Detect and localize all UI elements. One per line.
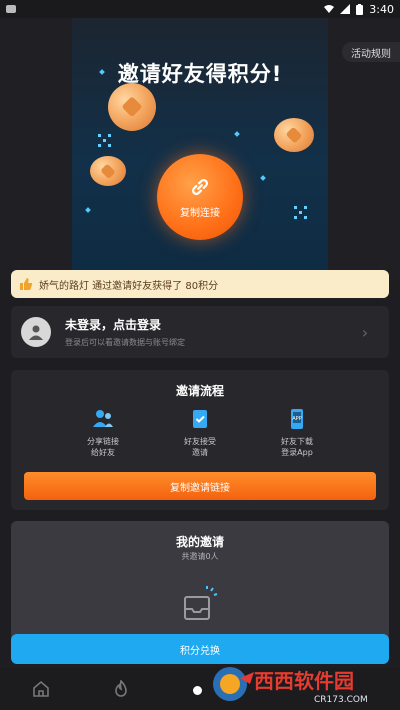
rules-button[interactable]: 活动规则: [342, 42, 400, 62]
user-avatar-icon: [29, 325, 43, 340]
coin-icon: [274, 118, 314, 152]
wifi-icon: [324, 5, 335, 13]
link-icon: [192, 178, 208, 195]
avatar: [21, 317, 51, 347]
status-time: 3:40: [369, 2, 394, 16]
hot-tab-icon[interactable]: [112, 680, 130, 698]
hero-banner: 邀请好友得积分! 复制连接: [0, 18, 400, 280]
flow-step: 分享链接 给好友: [71, 408, 135, 458]
chevron-right-icon: ›: [361, 322, 369, 342]
empty-inbox-icon: [184, 586, 218, 620]
flow-title: 邀请流程: [175, 384, 224, 398]
accept-icon: [193, 410, 207, 428]
copy-invite-link-button[interactable]: 复制邀请链接: [24, 472, 376, 500]
hero-title: 邀请好友得积分!: [117, 62, 283, 86]
my-invites-count: 共邀请0人: [181, 552, 219, 561]
flow-step-label: 好友接受 邀请: [184, 437, 216, 457]
login-subtitle: 登录后可以看邀请数据与账号绑定: [65, 338, 185, 347]
sim-icon: [6, 5, 16, 13]
site-watermark-logo: 西西软件园 CR173.COM: [213, 667, 368, 705]
login-text: 未登录，点击登录 登录后可以看邀请数据与账号绑定: [65, 316, 355, 348]
copy-link-label: 复制连接: [180, 207, 220, 219]
flow-steps: 分享链接 给好友 好友接受 邀请 APP 好友下载 登录App: [71, 408, 329, 458]
status-right: 3:40: [324, 3, 394, 16]
login-title: 未登录，点击登录: [65, 318, 162, 332]
sparkle-cluster-icon: [98, 134, 112, 148]
sparkle-cluster-icon: [294, 206, 308, 220]
flow-step-label: 分享链接 给好友: [87, 437, 119, 457]
flow-step: 好友接受 邀请: [168, 408, 232, 458]
copy-link-button[interactable]: 复制连接: [157, 154, 243, 240]
signal-icon: [340, 4, 351, 14]
my-invites-title: 我的邀请: [175, 535, 224, 549]
status-bar: 3:40: [0, 0, 400, 18]
login-card[interactable]: 未登录，点击登录 登录后可以看邀请数据与账号绑定 ›: [11, 306, 389, 358]
flow-step: APP 好友下载 登录App: [265, 408, 329, 458]
app-download-icon: APP: [291, 409, 303, 429]
reward-notice: 娇气的路灯 通过邀请好友获得了 80积分: [11, 270, 389, 298]
watermark-text: 西西软件园: [254, 669, 354, 693]
active-tab-indicator[interactable]: [193, 686, 202, 695]
flow-step-label: 好友下载 登录App: [281, 437, 313, 457]
coin-icon: [108, 83, 156, 131]
watermark-url: CR173.COM: [314, 695, 368, 705]
coin-icon: [90, 156, 126, 186]
svg-text:APP: APP: [292, 416, 301, 422]
thumbs-up-icon: [20, 278, 33, 290]
my-invites-card: 我的邀请 共邀请0人: [11, 521, 389, 649]
users-icon: [93, 410, 113, 427]
home-tab-icon[interactable]: [32, 680, 50, 698]
battery-icon: [356, 3, 364, 15]
invite-flow-card: 邀请流程 分享链接 给好友 好友接受 邀请 APP 好友下载 登录App 复制邀…: [11, 370, 389, 510]
notice-text: 娇气的路灯 通过邀请好友获得了 80积分: [39, 280, 219, 292]
points-exchange-button[interactable]: 积分兑换: [11, 634, 389, 664]
